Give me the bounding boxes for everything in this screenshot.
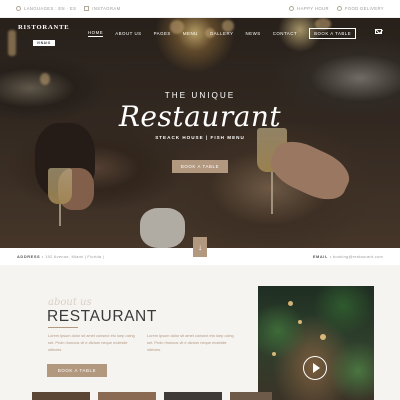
instagram-link[interactable]: INSTAGRAM [84, 6, 120, 11]
topbar-right: HAPPY HOUR FOOD DELIVERY [289, 6, 384, 11]
glass-icon [289, 6, 295, 11]
about-divider [48, 327, 78, 328]
play-video-button[interactable] [303, 356, 327, 380]
main-nav: HOME ABOUT US PAGES MENU GALLERY NEWS CO… [88, 28, 357, 39]
lamp-light [288, 301, 293, 306]
nav-item-pages[interactable]: PAGES [154, 31, 171, 36]
lamp-light [298, 320, 302, 324]
address-label: ADDRESS : [17, 254, 44, 259]
about-paragraph-1: Lorem ipsum dolor sit amet consect eto l… [48, 333, 135, 352]
site-logo[interactable]: RISTORANTE VINAIO [18, 24, 69, 49]
happy-hour-link[interactable]: HAPPY HOUR [289, 6, 329, 11]
address-info: ADDRESS : 192 Avenue, Miami | Florida | [17, 254, 104, 259]
language-selector[interactable]: LANGUAGES : EN · ES [16, 6, 76, 11]
address-value: 192 Avenue, Miami | Florida | [45, 254, 105, 259]
gallery-thumbnail[interactable] [164, 392, 222, 400]
location-pin-icon [336, 6, 342, 11]
instagram-label: INSTAGRAM [92, 6, 121, 11]
mail-icon[interactable] [375, 29, 382, 34]
nav-book-table-button[interactable]: BOOK A TABLE [309, 28, 357, 39]
lamp-light [320, 334, 326, 340]
hero-book-table-button[interactable]: BOOK A TABLE [172, 160, 228, 173]
nav-item-menu[interactable]: MENU [183, 31, 198, 36]
restaurant-interior-photo [258, 286, 374, 400]
gallery-thumbnail[interactable] [98, 392, 156, 400]
about-title: RESTAURANT [47, 308, 157, 325]
about-book-table-button[interactable]: BOOK A TABLE [47, 364, 107, 377]
happy-hour-label: HAPPY HOUR [297, 6, 329, 11]
about-paragraph-2: Lorem ipsum dolor sit amet consect eto l… [147, 333, 234, 352]
nav-item-news[interactable]: NEWS [246, 31, 261, 36]
lamp-light [272, 352, 276, 356]
gallery-thumbnail[interactable] [230, 392, 272, 400]
hero-pretitle: THE UNIQUE [164, 91, 236, 100]
logo-name: RISTORANTE [18, 24, 70, 31]
scroll-down-button[interactable]: ↓ [193, 237, 207, 257]
logo-tag: VINAIO [32, 40, 55, 46]
hero-overlay [0, 18, 400, 248]
food-delivery-label: FOOD DELIVERY [344, 6, 384, 11]
nav-item-contact[interactable]: CONTACT [273, 31, 297, 36]
topbar-left: LANGUAGES : EN · ES INSTAGRAM [16, 6, 120, 11]
email-label: EMAIL : [312, 254, 332, 259]
nav-item-gallery[interactable]: GALLERY [210, 31, 234, 36]
email-info: EMAIL : booking@restaurant.com [313, 254, 383, 259]
hero-section: RISTORANTE VINAIO HOME ABOUT US PAGES ME… [0, 18, 400, 248]
hero-subtitle: STEACK HOUSE | FISH MENU [155, 135, 245, 140]
food-delivery-link[interactable]: FOOD DELIVERY [336, 6, 384, 11]
gallery-thumbnail[interactable] [32, 392, 90, 400]
top-utility-bar: LANGUAGES : EN · ES INSTAGRAM HAPPY HOUR… [0, 0, 400, 18]
arrow-down-icon: ↓ [198, 242, 202, 252]
nav-item-home[interactable]: HOME [88, 30, 104, 37]
about-script-heading: about us [48, 297, 92, 308]
nav-item-about-us[interactable]: ABOUT US [115, 31, 141, 36]
instagram-icon [84, 6, 90, 11]
email-value[interactable]: booking@restaurant.com [333, 254, 383, 259]
globe-icon [16, 6, 21, 11]
language-label: LANGUAGES : EN · ES [24, 6, 77, 11]
hero-title: Restaurant [118, 100, 282, 133]
